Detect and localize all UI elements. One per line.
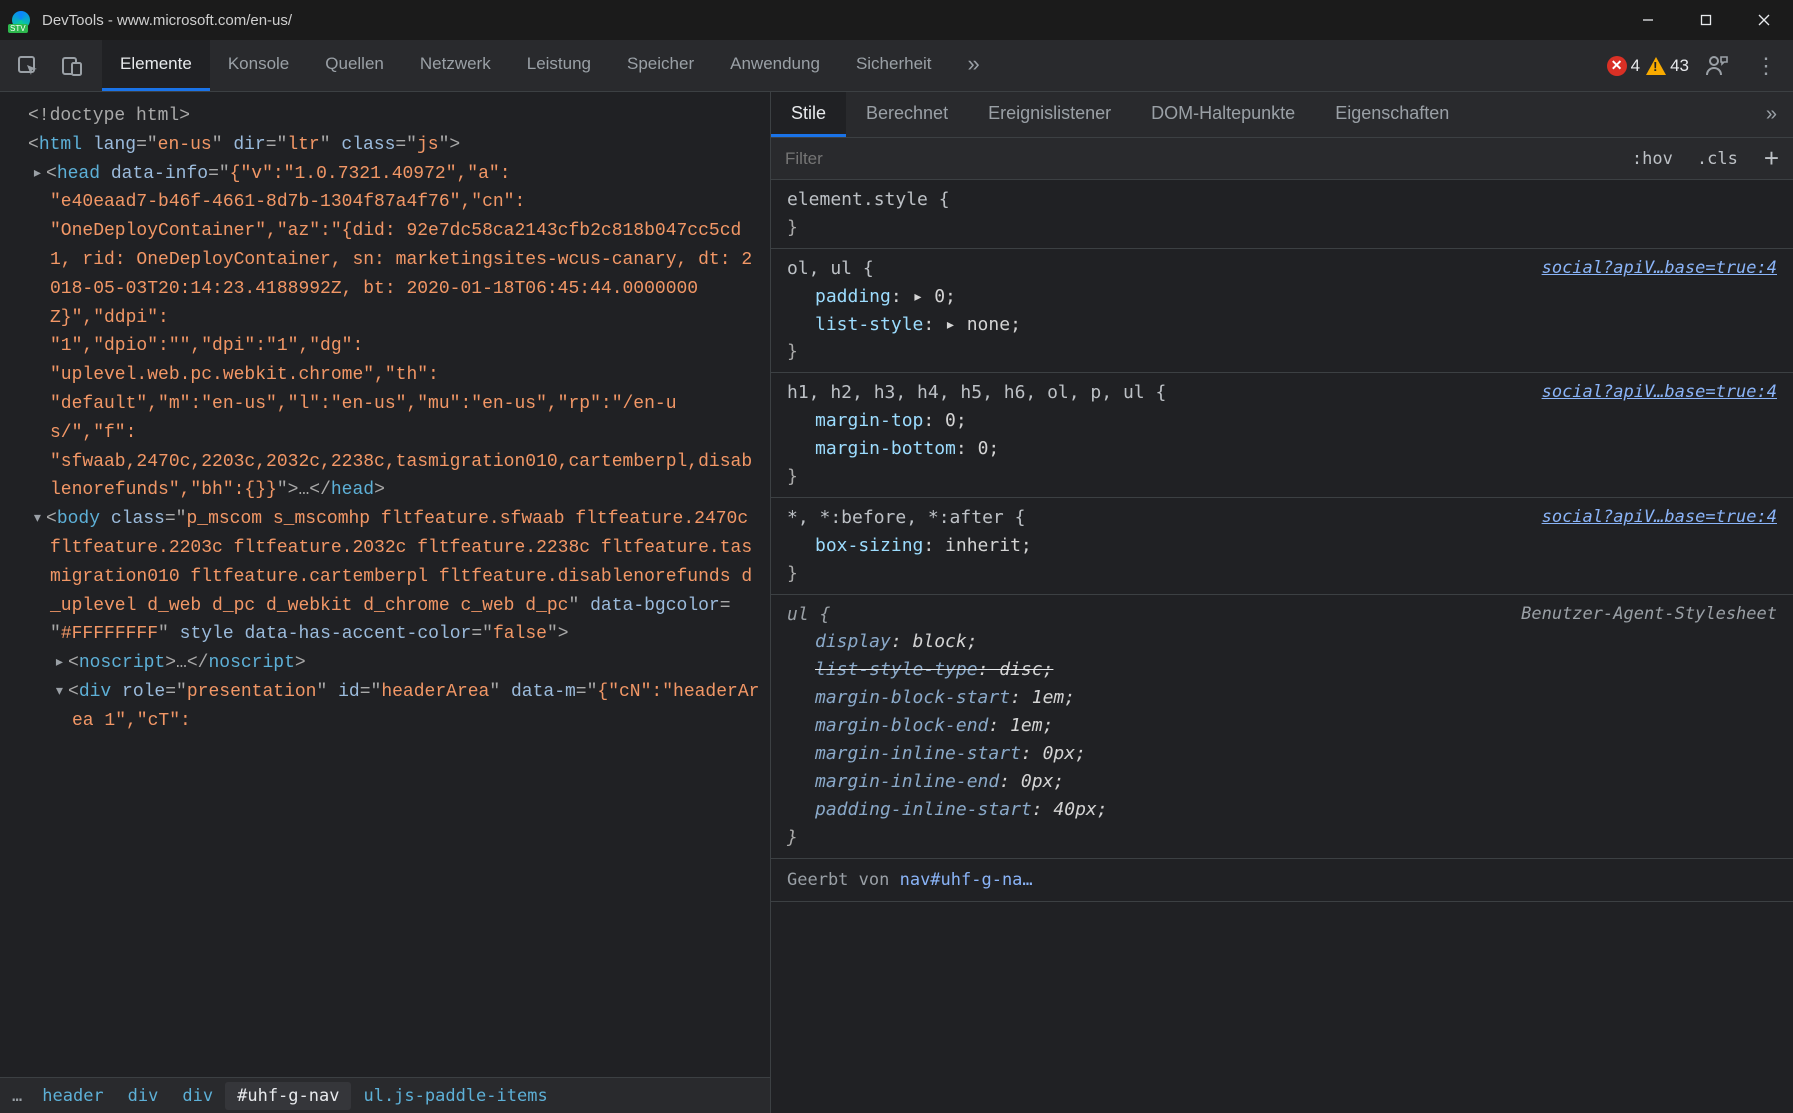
- tab-dom-haltepunkte[interactable]: DOM-Haltepunkte: [1131, 92, 1315, 137]
- warning-count-badge[interactable]: 43: [1646, 56, 1689, 76]
- window-titlebar: STV DevTools - www.microsoft.com/en-us/: [0, 0, 1793, 40]
- maximize-icon: [1700, 14, 1712, 26]
- tab-berechnet[interactable]: Berechnet: [846, 92, 968, 137]
- main-toolbar: Elemente Konsole Quellen Netzwerk Leistu…: [0, 40, 1793, 92]
- dom-breadcrumb: … header div div #uhf-g-nav ul.js-paddle…: [0, 1077, 770, 1113]
- close-button[interactable]: [1735, 0, 1793, 40]
- tab-quellen[interactable]: Quellen: [307, 40, 402, 91]
- styles-tabs: Stile Berechnet Ereignislistener DOM-Hal…: [771, 92, 1793, 138]
- tab-sicherheit[interactable]: Sicherheit: [838, 40, 950, 91]
- tab-anwendung[interactable]: Anwendung: [712, 40, 838, 91]
- crumb-header[interactable]: header: [30, 1082, 115, 1110]
- styles-panel: Stile Berechnet Ereignislistener DOM-Hal…: [771, 92, 1793, 1113]
- error-count-badge[interactable]: ✕ 4: [1607, 56, 1640, 76]
- tab-elemente[interactable]: Elemente: [102, 40, 210, 91]
- app-icon: STV: [10, 9, 32, 31]
- tab-leistung[interactable]: Leistung: [509, 40, 609, 91]
- error-icon: ✕: [1607, 56, 1627, 76]
- minimize-button[interactable]: [1619, 0, 1677, 40]
- crumb-div1[interactable]: div: [116, 1082, 171, 1110]
- breadcrumb-more[interactable]: …: [4, 1086, 30, 1106]
- crumb-div2[interactable]: div: [170, 1082, 225, 1110]
- error-count: 4: [1631, 56, 1640, 76]
- cls-toggle[interactable]: .cls: [1685, 149, 1750, 169]
- maximize-button[interactable]: [1677, 0, 1735, 40]
- rule-source-link[interactable]: social?apiV…base=true:4: [1542, 504, 1777, 530]
- rule-ul-ua[interactable]: Benutzer-Agent-Stylesheet ul { display: …: [771, 595, 1793, 859]
- main-tabs: Elemente Konsole Quellen Netzwerk Leistu…: [102, 40, 998, 91]
- tab-konsole[interactable]: Konsole: [210, 40, 307, 91]
- crumb-uhf-g-nav[interactable]: #uhf-g-nav: [225, 1082, 351, 1110]
- device-toggle-button[interactable]: [53, 47, 91, 85]
- dom-doctype[interactable]: <!doctype html>: [28, 106, 190, 126]
- inspect-icon: [17, 55, 39, 77]
- rule-source-ua: Benutzer-Agent-Stylesheet: [1521, 601, 1777, 627]
- tab-ereignislistener[interactable]: Ereignislistener: [968, 92, 1131, 137]
- inherited-from-row: Geerbt von nav#uhf-g-na…: [771, 859, 1793, 902]
- device-icon: [61, 55, 83, 77]
- new-style-rule-button[interactable]: +: [1750, 143, 1793, 174]
- rule-element-style[interactable]: element.style { }: [771, 180, 1793, 249]
- warning-count: 43: [1670, 56, 1689, 76]
- rule-universal[interactable]: social?apiV…base=true:4 *, *:before, *:a…: [771, 498, 1793, 595]
- tab-eigenschaften[interactable]: Eigenschaften: [1315, 92, 1469, 137]
- hov-toggle[interactable]: :hov: [1620, 149, 1685, 169]
- dom-tree[interactable]: <!doctype html> <html lang="en-us" dir="…: [0, 92, 770, 1077]
- tab-more[interactable]: »: [950, 40, 998, 91]
- crumb-ul-paddle[interactable]: ul.js-paddle-items: [351, 1082, 559, 1110]
- minimize-icon: [1642, 14, 1654, 26]
- dom-panel: <!doctype html> <html lang="en-us" dir="…: [0, 92, 771, 1113]
- css-rules-list: element.style { } social?apiV…base=true:…: [771, 180, 1793, 1113]
- person-speech-icon: [1705, 54, 1729, 78]
- close-icon: [1758, 14, 1770, 26]
- rule-ol-ul[interactable]: social?apiV…base=true:4 ol, ul { padding…: [771, 249, 1793, 374]
- inspect-element-button[interactable]: [9, 47, 47, 85]
- rule-selector: element.style {: [787, 189, 950, 210]
- inherited-from-link[interactable]: nav#uhf-g-na…: [900, 870, 1033, 890]
- rule-headings[interactable]: social?apiV…base=true:4 h1, h2, h3, h4, …: [771, 373, 1793, 498]
- tab-stile[interactable]: Stile: [771, 92, 846, 137]
- styles-filter-input[interactable]: [771, 149, 1620, 169]
- styles-tabs-more[interactable]: »: [1750, 103, 1793, 126]
- styles-filter-row: :hov .cls +: [771, 138, 1793, 180]
- rule-source-link[interactable]: social?apiV…base=true:4: [1542, 255, 1777, 281]
- settings-menu-button[interactable]: ⋮: [1745, 53, 1787, 79]
- feedback-button[interactable]: [1698, 47, 1736, 85]
- tab-netzwerk[interactable]: Netzwerk: [402, 40, 509, 91]
- rule-source-link[interactable]: social?apiV…base=true:4: [1542, 379, 1777, 405]
- window-title: DevTools - www.microsoft.com/en-us/: [42, 12, 292, 29]
- warning-icon: [1646, 57, 1666, 75]
- tab-speicher[interactable]: Speicher: [609, 40, 712, 91]
